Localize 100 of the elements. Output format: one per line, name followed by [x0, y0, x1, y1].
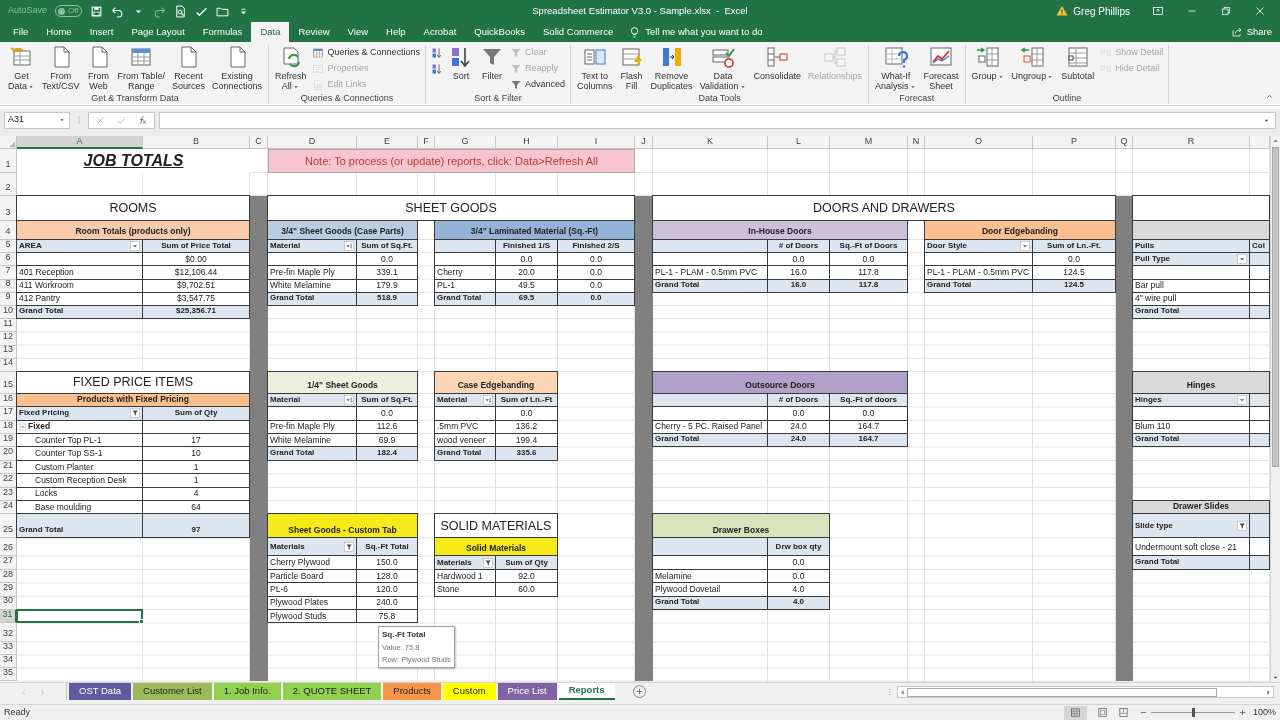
total-cell	[1249, 433, 1270, 448]
ribbon-tab[interactable]: File	[4, 22, 38, 42]
sheet-tab[interactable]: Price List	[497, 683, 557, 700]
ribbon-button[interactable]: Subtotal	[1058, 45, 1098, 92]
sheet-tab[interactable]: 2. QUOTE SHEET	[282, 683, 382, 700]
ribbon-button[interactable]: Refresh All	[271, 45, 310, 92]
column-heading[interactable]: M	[830, 136, 908, 149]
name-box[interactable]: A31	[4, 111, 70, 129]
ribbon-tab[interactable]: Help	[377, 22, 415, 42]
sheet-tab[interactable]: Reports	[558, 683, 615, 700]
funnel-icon[interactable]	[344, 541, 354, 552]
column-heading[interactable]: H	[496, 136, 558, 149]
ribbon-button[interactable]: Filter	[477, 45, 508, 92]
row-number[interactable]: 29	[0, 583, 17, 597]
ribbon-button[interactable]: What-If Analysis	[872, 45, 920, 92]
vertical-scrollbar[interactable]	[1270, 136, 1280, 682]
table-cell: White Melamine	[267, 433, 357, 448]
column-heading[interactable]: K	[653, 136, 768, 149]
ribbon-button[interactable]: Consolidate	[750, 45, 805, 92]
row-number[interactable]: 35	[0, 668, 17, 682]
total-cell: Grand Total	[652, 433, 768, 448]
table-cell: Custom Reception Desk	[16, 473, 143, 488]
ribbon-tab[interactable]: View	[338, 22, 378, 42]
column-heading[interactable]: L	[768, 136, 830, 149]
column-heading[interactable]: Q	[1116, 136, 1133, 149]
column-heading[interactable]: C	[250, 136, 268, 149]
ribbon-tab[interactable]: Home	[37, 22, 81, 42]
ribbon-button[interactable]: Group	[968, 45, 1008, 92]
ribbon-button[interactable]: Flash Fill	[616, 45, 647, 92]
selected-cell[interactable]	[16, 608, 143, 624]
ribbon-button[interactable]: Data Validation	[696, 45, 750, 92]
ribbon-tab[interactable]: Page Layout	[122, 22, 194, 42]
ribbon-button[interactable]: Get Data	[5, 45, 38, 92]
row-number[interactable]: 1	[0, 149, 17, 173]
column-heading[interactable]: R	[1133, 136, 1250, 149]
row-number[interactable]: 26	[0, 538, 17, 557]
ribbon-tab[interactable]: Formulas	[193, 22, 252, 42]
ribbon-button[interactable]: Text to Columns	[574, 45, 616, 92]
column-heading[interactable]: O	[925, 136, 1033, 149]
total-cell: Grand Total	[267, 446, 357, 461]
row-number[interactable]: 33	[0, 642, 17, 656]
row-number[interactable]: 11	[0, 319, 17, 333]
ribbon-tab[interactable]: Acrobat	[414, 22, 466, 42]
sheet-tab[interactable]: Customer List	[133, 683, 212, 700]
row-number[interactable]: 27	[0, 556, 17, 570]
column-heading[interactable]: G	[435, 136, 496, 149]
row-number[interactable]: 2	[0, 173, 17, 196]
column-heading[interactable]: J	[635, 136, 653, 149]
total-cell: Grand Total	[16, 513, 143, 539]
horizontal-scrollbar[interactable]	[897, 686, 1274, 698]
row-number[interactable]: 12	[0, 332, 17, 346]
funnel-icon[interactable]	[130, 408, 140, 419]
ribbon-button[interactable]: From Text/CSV	[39, 45, 83, 92]
group-label: Data Tools	[697, 93, 742, 104]
user-name[interactable]: Greg Phillips	[1073, 3, 1130, 19]
ribbon-tab[interactable]: Solid Commerce	[534, 22, 623, 42]
column-heading[interactable]: B	[143, 136, 250, 149]
ribbon-button[interactable]: Forecast Sheet	[920, 45, 962, 92]
sheet-tab[interactable]: Custom	[442, 683, 496, 700]
ribbon-button[interactable]: Recent Sources	[168, 45, 208, 92]
column-header: Sum of Sq.Ft.	[356, 239, 418, 254]
normal-view-button[interactable]	[1063, 705, 1087, 720]
column-heading[interactable]: D	[268, 136, 357, 149]
formula-input[interactable]	[159, 111, 1276, 129]
column-heading[interactable]: N	[908, 136, 925, 149]
table-cell: PL-1 - PLAM - 0.5mm PVC	[652, 265, 768, 280]
column-heading[interactable]: P	[1033, 136, 1116, 149]
ribbon-tab[interactable]: Data	[251, 22, 290, 42]
ribbon-button[interactable]: Ungroup	[1008, 45, 1058, 92]
ribbon-button[interactable]: Existing Connections	[208, 45, 265, 92]
sheet-tab[interactable]: Products	[383, 683, 441, 700]
ribbon-button[interactable]: Advanced	[508, 78, 568, 92]
sheet-tab[interactable]: OST Data	[69, 683, 132, 700]
column-heading[interactable]: E	[357, 136, 418, 149]
ribbon-button[interactable]: From Web	[83, 45, 114, 92]
funnel-icon[interactable]	[483, 557, 493, 568]
ribbon-button[interactable]: From Table/ Range	[114, 45, 168, 92]
ribbon-button[interactable]: Queries & Connections	[310, 46, 423, 60]
column-heading[interactable]: I	[558, 136, 635, 149]
tell-me-search[interactable]: Tell me what you want to do	[628, 22, 763, 42]
ribbon-button[interactable]: Remove Duplicates	[647, 45, 696, 92]
zoom-level[interactable]: 100%	[1252, 705, 1276, 720]
table-cell: wood veneer	[434, 433, 496, 448]
share-button[interactable]: Share	[1230, 22, 1272, 42]
table-cell: PL-6	[267, 582, 357, 597]
table-cell: 16.0	[767, 265, 830, 280]
ribbon-tab[interactable]: Review	[289, 22, 339, 42]
ribbon-tab[interactable]: Insert	[80, 22, 123, 42]
scroll-thumb[interactable]	[907, 687, 1217, 697]
row-number[interactable]: 32	[0, 623, 17, 643]
row-number[interactable]: 34	[0, 655, 17, 669]
ribbon-tab[interactable]: QuickBooks	[465, 22, 534, 42]
ribbon-button[interactable]: Sort	[446, 45, 477, 92]
sheet-tab[interactable]: 1. Job Info.	[213, 683, 281, 700]
share-icon	[1230, 26, 1243, 38]
scroll-thumb[interactable]	[1272, 147, 1279, 467]
zoom-slider-thumb[interactable]	[1191, 708, 1195, 717]
column-heading[interactable]: F	[418, 136, 435, 149]
funnel-icon[interactable]	[1237, 520, 1247, 531]
column-heading[interactable]: A	[17, 136, 143, 149]
